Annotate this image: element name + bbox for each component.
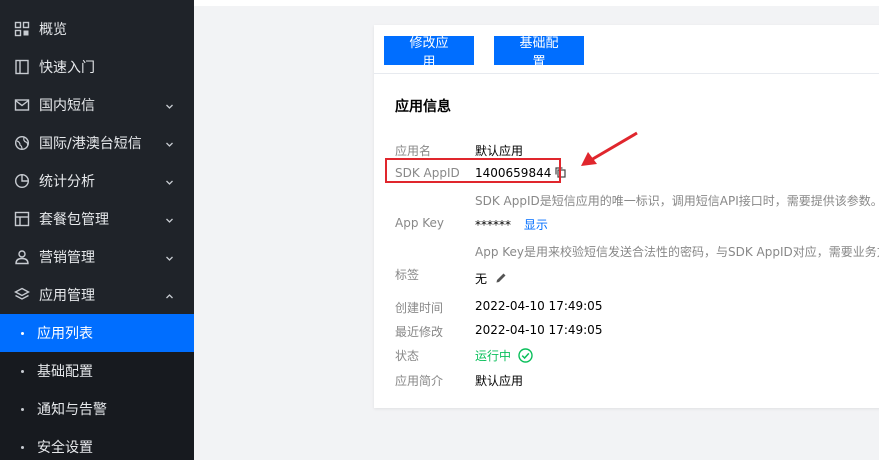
created-time-label: 创建时间: [395, 301, 444, 315]
pie-chart-icon: [14, 173, 30, 189]
mail-icon: [14, 97, 30, 113]
sidebar-item-label: 营销管理: [39, 250, 95, 266]
modified-time-value: 2022-04-10 17:49:05: [475, 323, 603, 337]
sidebar-subitem-app-list[interactable]: 应用列表: [0, 314, 194, 352]
sidebar-item-label: 统计分析: [39, 174, 95, 190]
grid-icon: [14, 21, 30, 37]
sidebar-item-overview[interactable]: 概览: [0, 10, 194, 48]
app-name-label: 应用名: [395, 144, 432, 158]
status-label: 状态: [395, 349, 420, 363]
created-time-value: 2022-04-10 17:49:05: [475, 299, 603, 313]
sidebar-subitem-label: 基础配置: [37, 364, 93, 380]
sidebar-item-marketing[interactable]: 营销管理: [0, 238, 194, 276]
basic-config-button[interactable]: 基础配置: [494, 35, 584, 69]
status-value: 运行中: [475, 349, 512, 363]
card-toolbar: 修改应用 基础配置: [384, 35, 584, 69]
sdk-appid-hint: SDK AppID是短信应用的唯一标识，调用短信API接口时，需要提供该参数。: [475, 194, 879, 208]
chevron-down-icon: [165, 213, 174, 223]
sidebar-subitem-basic-config[interactable]: 基础配置: [0, 352, 194, 390]
highlight-box: [385, 158, 561, 183]
chevron-down-icon: [165, 137, 174, 147]
header-strip: [194, 0, 879, 6]
bullet-dot: [21, 331, 24, 335]
sidebar-item-label: 快速入门: [39, 60, 95, 76]
sidebar-subitem-security[interactable]: 安全设置: [0, 428, 194, 460]
tag-field: 无: [475, 270, 507, 287]
bullet-dot: [21, 407, 24, 411]
chevron-down-icon: [165, 251, 174, 261]
sidebar-item-statistics[interactable]: 统计分析: [0, 162, 194, 200]
app-info-card: 修改应用 基础配置 应用信息 应用名 默认应用 SDK AppID 140065…: [374, 25, 879, 408]
app-name-value: 默认应用: [475, 144, 524, 158]
section-title: 应用信息: [395, 99, 451, 115]
check-circle-icon: [518, 347, 533, 366]
chevron-down-icon: [165, 175, 174, 185]
user-icon: [14, 249, 30, 265]
edit-pencil-icon[interactable]: [495, 272, 507, 287]
sidebar-item-international-sms[interactable]: 国际/港澳台短信: [0, 124, 194, 162]
globe-icon: [14, 135, 30, 151]
sidebar: 概览 快速入门 国内短信 国际/港澳台短信 统计分析 套餐包管理 营销管理 应用…: [0, 0, 194, 460]
package-icon: [14, 211, 30, 227]
app-key-field: ****** 显示: [475, 216, 548, 233]
chevron-up-icon: [165, 289, 174, 299]
sidebar-item-domestic-sms[interactable]: 国内短信: [0, 86, 194, 124]
layers-icon: [14, 287, 30, 303]
sidebar-item-packages[interactable]: 套餐包管理: [0, 200, 194, 238]
tag-label: 标签: [395, 268, 420, 282]
sidebar-subitem-label: 通知与告警: [37, 402, 107, 418]
app-key-label: App Key: [395, 216, 445, 230]
modified-time-label: 最近修改: [395, 325, 444, 339]
bullet-dot: [21, 445, 24, 449]
description-label: 应用简介: [395, 374, 444, 388]
app-key-value: ******: [475, 218, 511, 232]
chevron-down-icon: [165, 99, 174, 109]
bullet-dot: [21, 369, 24, 373]
sidebar-item-label: 套餐包管理: [39, 212, 109, 228]
edit-app-button[interactable]: 修改应用: [384, 35, 474, 69]
sidebar-item-label: 概览: [39, 22, 67, 38]
sidebar-item-app-management[interactable]: 应用管理: [0, 276, 194, 314]
sidebar-item-quickstart[interactable]: 快速入门: [0, 48, 194, 86]
sidebar-subitem-notifications[interactable]: 通知与告警: [0, 390, 194, 428]
tag-value: 无: [475, 272, 488, 286]
show-key-link[interactable]: 显示: [524, 218, 548, 232]
sidebar-subitem-label: 应用列表: [37, 326, 93, 342]
app-key-hint: App Key是用来校验短信发送合法性的密码，与SDK AppID对应，需要业务…: [475, 245, 879, 259]
divider: [374, 73, 879, 74]
sidebar-subitem-label: 安全设置: [37, 440, 93, 456]
sidebar-item-label: 国内短信: [39, 98, 95, 114]
book-icon: [14, 59, 30, 75]
status-field: 运行中: [475, 347, 533, 366]
sidebar-item-label: 国际/港澳台短信: [39, 136, 142, 152]
description-value: 默认应用: [475, 374, 524, 388]
sidebar-item-label: 应用管理: [39, 288, 95, 304]
annotation-arrow-icon: [581, 131, 638, 166]
